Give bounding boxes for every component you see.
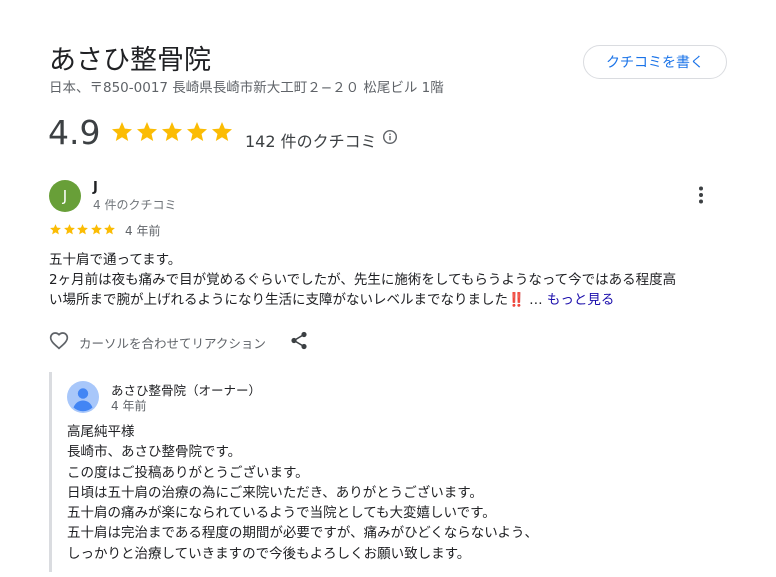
owner-reply-body: 高尾純平様 長崎市、あさひ整骨院です。 この度はご投稿ありがとうございます。 日…	[67, 422, 538, 564]
star-icon	[50, 224, 61, 235]
review-count: 142 件のクチコミ	[245, 132, 377, 151]
star-icon	[162, 122, 182, 141]
rating-stars	[110, 120, 235, 144]
more-link[interactable]: もっと見る	[547, 292, 615, 308]
ellipsis: …	[524, 292, 547, 308]
review-text-line: い場所まで腕が上げれるようになり生活に支障がないレベルまでなりました‼️ … も…	[49, 290, 719, 310]
double-exclamation-emoji: ‼️	[508, 292, 525, 308]
owner-reply-date: 4 年前	[111, 399, 147, 413]
owner-reply-line: この度はご投稿ありがとうございます。	[67, 464, 309, 481]
owner-reply-line: 日頃は五十肩の治療の為にご来院いただき、ありがとうございます。	[67, 484, 483, 501]
owner-reply-divider	[49, 372, 52, 572]
write-review-button[interactable]: クチコミを書く	[583, 45, 727, 79]
star-icon	[112, 122, 132, 141]
owner-reply-line: しっかりと治療していきますので今後もよろしくお願い致します。	[67, 545, 471, 562]
star-icon	[137, 122, 157, 141]
share-icon[interactable]	[290, 331, 308, 350]
heart-icon[interactable]	[49, 331, 69, 350]
star-icon	[212, 122, 232, 141]
business-address: 日本、〒850-0017 長崎県長崎市新大工町２−２０ 松尾ビル 1階	[49, 80, 444, 96]
average-rating: 4.9	[48, 113, 101, 152]
star-icon	[187, 122, 207, 141]
review-text-fragment: い場所まで腕が上げれるようになり生活に支障がないレベルまでなりました	[49, 292, 508, 308]
owner-reply-line: 高尾純平様	[67, 424, 135, 440]
info-icon[interactable]	[382, 129, 398, 145]
owner-reply-line: 長崎市、あさひ整骨院です。	[67, 444, 242, 461]
reviewer-review-count: 4 件のクチコミ	[93, 198, 177, 212]
star-icon	[63, 224, 75, 235]
person-icon	[67, 381, 99, 413]
star-icon	[104, 224, 115, 235]
review-body: 五十肩で通ってます。 2ヶ月前は夜も痛みで目が覚めるぐらいでしたが、先生に施術を…	[49, 250, 719, 310]
owner-reply-line: 五十肩の痛みが楽になられているようで当院としても大変嬉しいです。	[67, 505, 496, 522]
star-icon	[77, 224, 88, 235]
review-stars	[49, 223, 117, 236]
reaction-hint[interactable]: カーソルを合わせてリアクション	[79, 333, 266, 352]
reviewer-name[interactable]: J	[93, 180, 98, 195]
more-vert-icon[interactable]	[691, 184, 711, 206]
owner-reply-line: 五十肩は完治まである程度の期間が必要ですが、痛みがひどくならないよう、	[67, 525, 539, 542]
business-name: あさひ整骨院	[49, 45, 211, 76]
review-text-line: 五十肩で通ってます。	[49, 252, 182, 268]
reviewer-avatar[interactable]: J	[49, 180, 81, 212]
review-text-line: 2ヶ月前は夜も痛みで目が覚めるぐらいでしたが、先生に施術をしてもらうようなって今…	[49, 272, 677, 288]
review-date: 4 年前	[125, 224, 161, 238]
star-icon	[90, 224, 102, 235]
